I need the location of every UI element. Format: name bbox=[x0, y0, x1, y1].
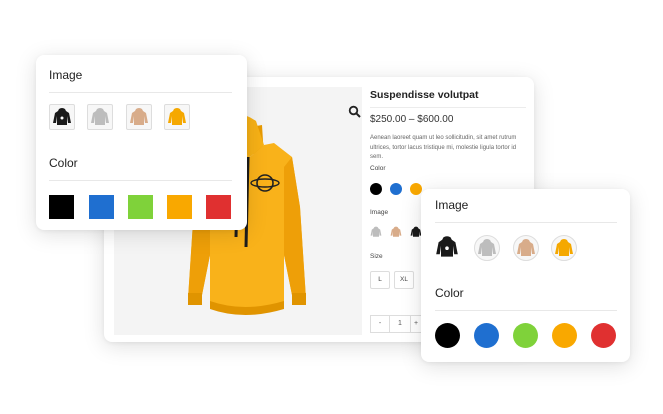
product-description: Aenean laoreet quam ut leo sollicitudin,… bbox=[370, 135, 517, 160]
grey-hoodie-icon[interactable] bbox=[370, 225, 382, 237]
yellow-hoodie-icon[interactable] bbox=[551, 235, 577, 261]
divider bbox=[370, 107, 526, 108]
image-label: Image bbox=[370, 209, 389, 216]
color-label: Color bbox=[370, 165, 386, 172]
black-hoodie-icon[interactable] bbox=[49, 104, 75, 130]
color-swatch-blue[interactable] bbox=[390, 183, 402, 195]
divider bbox=[49, 180, 232, 181]
product-price: $250.00 – $600.00 bbox=[370, 114, 454, 125]
panel-color-title: Color bbox=[49, 156, 78, 170]
size-button-l[interactable]: L bbox=[370, 271, 390, 289]
swatch-panel-square: Image Color bbox=[36, 55, 247, 230]
beige-hoodie-icon[interactable] bbox=[513, 235, 539, 261]
divider bbox=[49, 92, 232, 93]
product-title: Suspendisse volutpat bbox=[370, 89, 479, 101]
color-swatch-black[interactable] bbox=[435, 323, 460, 348]
color-swatch-black[interactable] bbox=[370, 183, 382, 195]
swatch-panel-round: Image Color bbox=[421, 189, 630, 362]
quantity-decrement-button[interactable]: - bbox=[370, 315, 390, 333]
color-swatch-yellow[interactable] bbox=[167, 195, 192, 219]
grey-hoodie-icon[interactable] bbox=[474, 235, 500, 261]
size-button-xl[interactable]: XL bbox=[394, 271, 414, 289]
panel-image-title: Image bbox=[435, 198, 469, 212]
quantity-input[interactable]: 1 bbox=[389, 315, 411, 333]
beige-hoodie-icon[interactable] bbox=[390, 225, 402, 237]
color-swatch-yellow[interactable] bbox=[410, 183, 422, 195]
beige-hoodie-icon[interactable] bbox=[126, 104, 152, 130]
color-swatch-yellow[interactable] bbox=[552, 323, 577, 348]
divider bbox=[435, 222, 617, 223]
size-label: Size bbox=[370, 253, 383, 260]
color-swatch-red[interactable] bbox=[591, 323, 616, 348]
color-swatch-green[interactable] bbox=[513, 323, 538, 348]
black-hoodie-icon[interactable] bbox=[435, 235, 459, 259]
color-swatch-blue[interactable] bbox=[474, 323, 499, 348]
color-swatch-red[interactable] bbox=[206, 195, 231, 219]
yellow-hoodie-icon[interactable] bbox=[164, 104, 190, 130]
search-icon[interactable] bbox=[348, 105, 362, 119]
color-swatch-black[interactable] bbox=[49, 195, 74, 219]
panel-color-title: Color bbox=[435, 286, 464, 300]
grey-hoodie-icon[interactable] bbox=[87, 104, 113, 130]
color-swatch-green[interactable] bbox=[128, 195, 153, 219]
divider bbox=[435, 310, 617, 311]
panel-image-title: Image bbox=[49, 68, 83, 82]
color-swatch-blue[interactable] bbox=[89, 195, 114, 219]
